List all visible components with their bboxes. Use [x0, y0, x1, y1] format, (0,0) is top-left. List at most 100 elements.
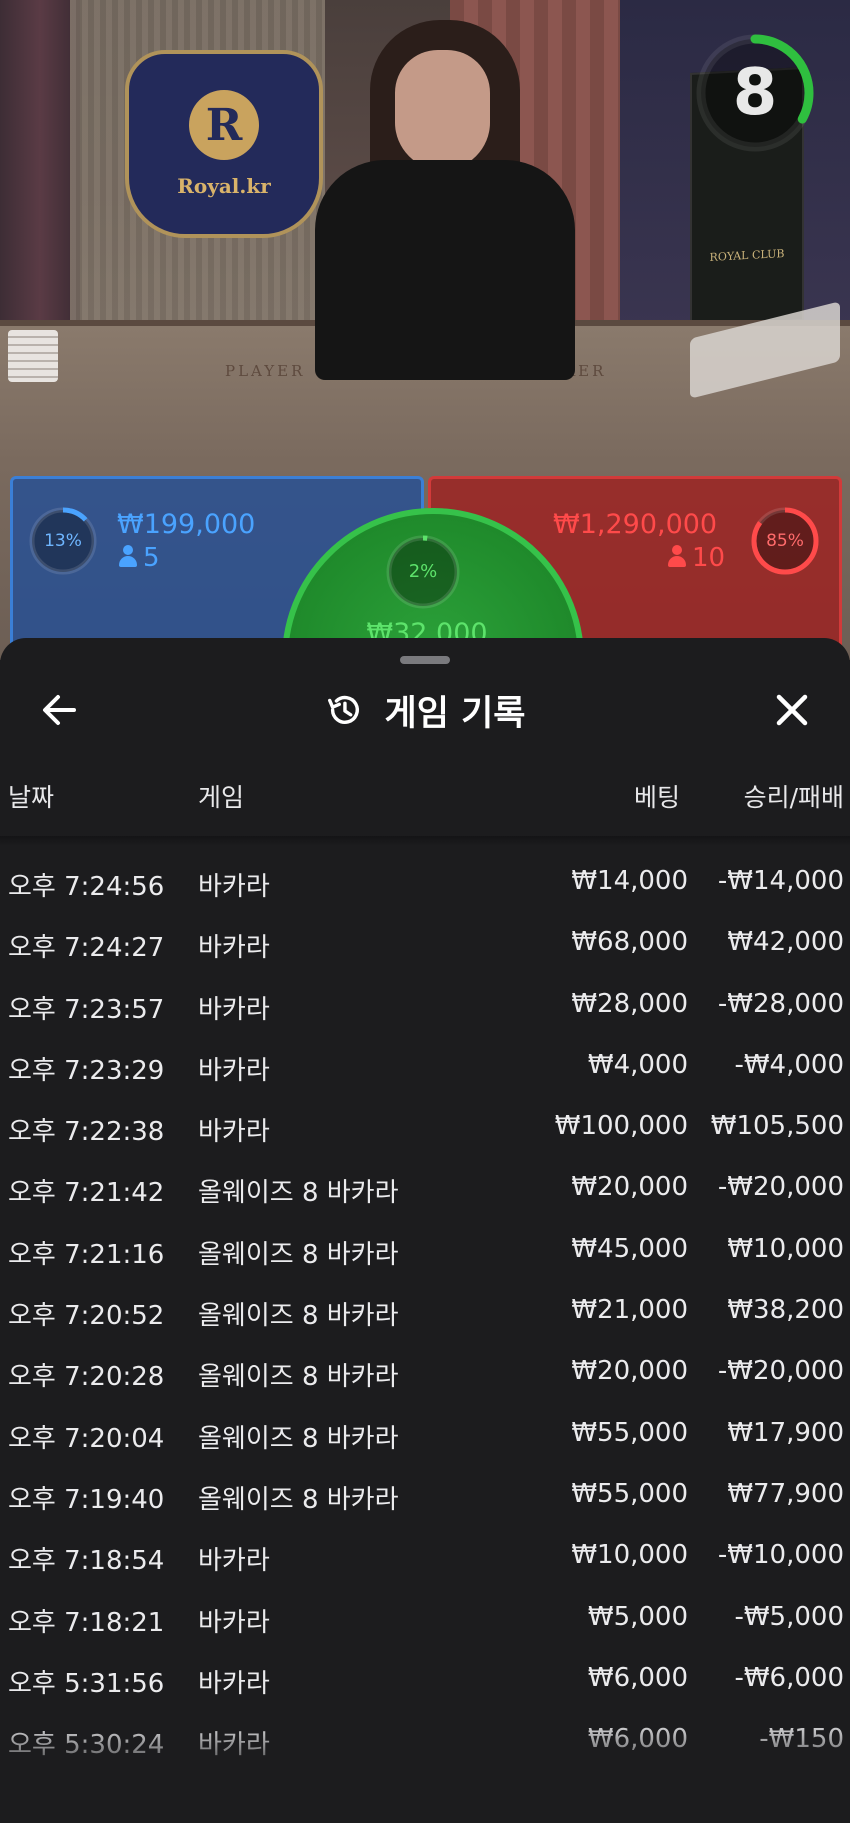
row-bet: ₩10,000: [571, 1540, 688, 1571]
card-stack: [8, 330, 58, 382]
row-game: 바카라: [198, 1117, 270, 1148]
row-time: 오후 7:24:27: [8, 933, 165, 964]
banker-percent-ring: 85%: [749, 505, 821, 577]
row-result: -₩28,000: [717, 988, 844, 1019]
player-bet-amount: ₩199,000: [117, 509, 256, 540]
player-percent-ring: 13%: [27, 505, 99, 577]
history-row[interactable]: 오후 7:21:42 올웨이즈 8 바카라 ₩20,000 -₩20,000: [0, 1159, 850, 1220]
row-time: 오후 7:20:52: [8, 1301, 165, 1332]
column-header-result[interactable]: 승리/패배: [744, 778, 844, 814]
row-bet: ₩6,000: [587, 1662, 688, 1693]
row-game: 올웨이즈 8 바카라: [198, 1423, 399, 1454]
row-result: ₩10,000: [727, 1233, 844, 1264]
row-game: 바카라: [198, 994, 270, 1025]
row-result: -₩10,000: [717, 1540, 844, 1571]
timer-value: 8: [732, 56, 778, 130]
row-game: 바카라: [198, 1730, 270, 1761]
row-bet: ₩55,000: [571, 1478, 688, 1509]
row-bet: ₩20,000: [571, 1172, 688, 1203]
row-time: 오후 7:20:04: [8, 1423, 165, 1454]
column-header-game[interactable]: 게임: [198, 778, 244, 814]
dealer: [315, 20, 575, 380]
row-result: -₩4,000: [734, 1049, 844, 1080]
banker-bet-amount: ₩1,290,000: [553, 509, 718, 540]
history-row[interactable]: 오후 7:23:57 바카라 ₩28,000 -₩28,000: [0, 976, 850, 1037]
row-result: -₩14,000: [717, 866, 844, 896]
curtain-left: [0, 0, 80, 320]
row-bet: ₩21,000: [571, 1295, 688, 1326]
column-header-date[interactable]: 날짜: [8, 778, 54, 814]
row-time: 오후 7:21:16: [8, 1239, 165, 1270]
row-game: 바카라: [198, 1546, 270, 1577]
history-icon: [327, 695, 359, 724]
row-time: 오후 5:31:56: [8, 1668, 165, 1699]
row-result: ₩77,900: [727, 1478, 844, 1509]
roadmap-board-label: ROYAL CLUB: [709, 247, 785, 264]
row-game: 올웨이즈 8 바카라: [198, 1239, 399, 1270]
row-time: 오후 7:18:54: [8, 1546, 165, 1577]
history-row[interactable]: 오후 7:20:04 올웨이즈 8 바카라 ₩55,000 ₩17,900: [0, 1405, 850, 1466]
sheet-title: 게임 기록: [384, 693, 526, 734]
banker-percent: 85%: [766, 531, 804, 551]
row-bet: ₩28,000: [571, 988, 688, 1019]
row-game: 바카라: [198, 872, 270, 902]
row-bet: ₩5,000: [587, 1601, 688, 1632]
row-game: 올웨이즈 8 바카라: [198, 1484, 399, 1515]
player-percent: 13%: [44, 531, 82, 551]
row-game: 올웨이즈 8 바카라: [198, 1178, 399, 1209]
history-row[interactable]: 오후 5:30:24 바카라 ₩6,000 -₩150: [0, 1711, 850, 1772]
history-row[interactable]: 오후 7:24:27 바카라 ₩68,000 ₩42,000: [0, 914, 850, 975]
history-row[interactable]: 오후 7:19:40 올웨이즈 8 바카라 ₩55,000 ₩77,900: [0, 1466, 850, 1527]
row-time: 오후 7:21:42: [8, 1178, 165, 1209]
countdown-timer: 8: [692, 30, 818, 156]
row-result: -₩150: [759, 1724, 844, 1755]
row-bet: ₩45,000: [571, 1233, 688, 1264]
history-row[interactable]: 오후 7:20:28 올웨이즈 8 바카라 ₩20,000 -₩20,000: [0, 1343, 850, 1404]
row-game: 바카라: [198, 1668, 270, 1699]
history-row[interactable]: 오후 7:22:38 바카라 ₩100,000 ₩105,500: [0, 1098, 850, 1159]
close-button[interactable]: [762, 680, 822, 740]
history-list[interactable]: 오후 7:24:56 바카라 ₩14,000 -₩14,000 오후 7:24:27 바카…: [0, 853, 850, 1772]
row-game: 바카라: [198, 1055, 270, 1086]
row-bet: ₩20,000: [571, 1356, 688, 1387]
history-row[interactable]: 오후 7:24:56 바카라 ₩14,000 -₩14,000: [0, 853, 850, 914]
row-result: -₩5,000: [734, 1601, 844, 1632]
row-time: 오후 7:23:57: [8, 994, 165, 1025]
row-result: -₩20,000: [717, 1172, 844, 1203]
player-bettor-count: 5: [119, 543, 160, 573]
tie-percent: 2%: [408, 561, 438, 582]
row-game: 올웨이즈 8 바카라: [198, 1301, 399, 1332]
column-header-bet[interactable]: 베팅: [634, 778, 680, 814]
row-game: 바카라: [198, 1607, 270, 1638]
row-result: -₩20,000: [717, 1356, 844, 1387]
row-bet: ₩55,000: [571, 1417, 688, 1448]
row-bet: ₩100,000: [554, 1111, 688, 1142]
row-bet: ₩68,000: [571, 927, 688, 958]
history-row[interactable]: 오후 7:18:54 바카라 ₩10,000 -₩10,000: [0, 1527, 850, 1588]
row-bet: ₩14,000: [571, 866, 688, 896]
row-result: ₩42,000: [727, 927, 844, 958]
history-row[interactable]: 오후 7:21:16 올웨이즈 8 바카라 ₩45,000 ₩10,000: [0, 1221, 850, 1282]
row-result: ₩17,900: [727, 1417, 844, 1448]
history-row[interactable]: 오후 5:31:56 바카라 ₩6,000 -₩6,000: [0, 1650, 850, 1711]
row-time: 오후 7:18:21: [8, 1607, 165, 1638]
row-time: 오후 7:19:40: [8, 1484, 165, 1515]
row-time: 오후 7:23:29: [8, 1055, 165, 1086]
sheet-header: 게임 기록: [0, 680, 850, 740]
history-row[interactable]: 오후 7:20:52 올웨이즈 8 바카라 ₩21,000 ₩38,200: [0, 1282, 850, 1343]
row-time: 오후 7:20:28: [8, 1362, 165, 1393]
sheet-drag-handle[interactable]: [400, 656, 450, 664]
history-row[interactable]: 오후 7:18:21 바카라 ₩5,000 -₩5,000: [0, 1589, 850, 1650]
table-word-player: PLAYER: [225, 362, 306, 380]
row-bet: ₩4,000: [587, 1049, 688, 1080]
row-result: ₩38,200: [727, 1295, 844, 1326]
close-icon: [776, 694, 808, 726]
header-divider: [0, 836, 850, 846]
game-history-sheet: 게임 기록 날짜 게임 베팅 승리/패배 오후 7:24:56 바카라 ₩14,00…: [0, 638, 850, 1823]
row-game: 바카라: [198, 933, 270, 964]
royal-logo: R Royal.kr: [125, 50, 323, 238]
history-row[interactable]: 오후 7:23:29 바카라 ₩4,000 -₩4,000: [0, 1037, 850, 1098]
logo-text: Royal.kr: [177, 174, 271, 198]
person-icon: [119, 545, 137, 567]
row-time: 오후 7:24:56: [8, 872, 165, 902]
